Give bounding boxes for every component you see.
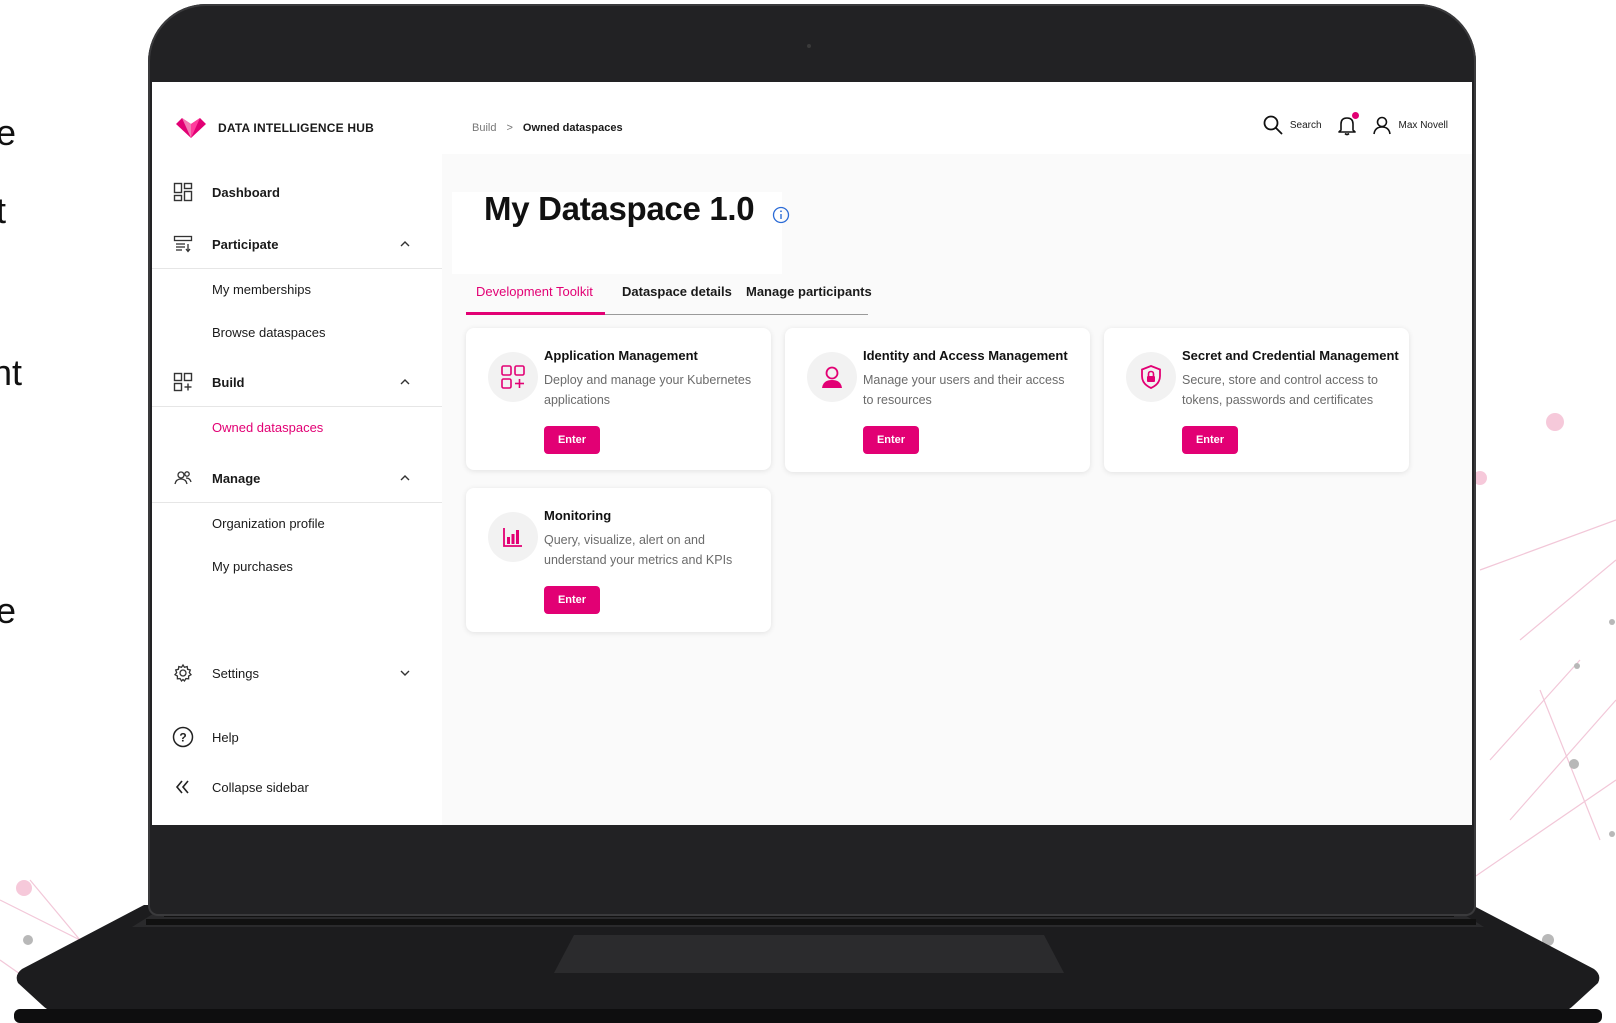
notifications-button[interactable]	[1336, 112, 1359, 136]
tab-dataspace-details[interactable]: Dataspace details	[622, 284, 732, 299]
card-title: Identity and Access Management	[863, 348, 1068, 363]
sidebar-item-label: Help	[212, 729, 239, 745]
sidebar-item-build[interactable]: Build	[152, 370, 442, 394]
logo-heart-icon	[176, 118, 206, 138]
card-icon-wrapper	[488, 352, 538, 402]
background-text-fragment: t	[0, 190, 7, 231]
logo-text: DATA INTELLIGENCE HUB	[218, 121, 374, 135]
notification-badge	[1351, 112, 1359, 119]
card-application-management: Application Management Deploy and manage…	[466, 328, 771, 470]
chevron-down-icon	[400, 670, 410, 676]
card-description: Query, visualize, alert on and understan…	[544, 533, 733, 567]
chevron-up-icon	[400, 379, 410, 385]
sidebar-item-my-memberships[interactable]: My memberships	[212, 282, 311, 297]
sidebar-item-label: Settings	[212, 665, 259, 681]
sidebar-item-label: Collapse sidebar	[212, 779, 309, 795]
search-button[interactable]: Search	[1263, 115, 1322, 135]
sidebar-item-my-purchases[interactable]: My purchases	[212, 559, 293, 574]
enter-button[interactable]: Enter	[544, 586, 600, 614]
logo[interactable]: DATA INTELLIGENCE HUB	[174, 116, 374, 140]
background-text-fragment: e	[0, 590, 17, 631]
manage-users-icon	[172, 467, 194, 489]
card-monitoring: Monitoring Query, visualize, alert on an…	[466, 488, 771, 632]
background-text-fragment: nt	[0, 352, 23, 393]
sidebar-item-dashboard[interactable]: Dashboard	[152, 180, 442, 204]
tab-development-toolkit[interactable]: Development Toolkit	[476, 284, 593, 299]
search-label: Search	[1289, 119, 1322, 131]
breadcrumb: Build > Owned dataspaces	[472, 122, 623, 134]
sidebar-item-participate[interactable]: Participate	[152, 232, 442, 256]
card-description: Deploy and manage your Kubernetes applic…	[544, 373, 752, 407]
app-screen: DATA INTELLIGENCE HUB Build > Owned data…	[152, 82, 1472, 825]
active-tab-indicator	[466, 312, 605, 315]
sidebar: Dashboard Participate My memberships Bro…	[152, 154, 442, 825]
tab-manage-participants[interactable]: Manage participants	[746, 284, 872, 299]
enter-button[interactable]: Enter	[544, 426, 600, 454]
page-title: My Dataspace 1.0	[484, 190, 755, 227]
top-actions: Search Max Novell	[1263, 112, 1448, 136]
card-icon-wrapper	[488, 512, 538, 562]
search-icon	[1263, 115, 1283, 135]
sidebar-item-settings[interactable]: Settings	[152, 661, 442, 685]
gear-icon	[172, 662, 194, 684]
tab-bar: Development Toolkit Dataspace details Ma…	[466, 282, 872, 315]
top-bar: DATA INTELLIGENCE HUB Build > Owned data…	[152, 82, 1472, 154]
collapse-sidebar-button[interactable]: Collapse sidebar	[152, 775, 442, 799]
card-title: Secret and Credential Management	[1182, 348, 1399, 363]
card-secret-credential-management: Secret and Credential Management Secure,…	[1104, 328, 1409, 472]
bar-chart-icon	[503, 528, 522, 547]
card-description: Secure, store and control access to toke…	[1182, 373, 1378, 407]
background-text-fragment: e	[0, 112, 17, 153]
sidebar-item-label: Build	[212, 374, 245, 390]
divider	[152, 268, 442, 269]
help-icon: ?	[172, 726, 194, 748]
svg-text:?: ?	[179, 731, 186, 745]
sidebar-item-manage[interactable]: Manage	[152, 466, 442, 490]
divider	[152, 502, 442, 503]
laptop-base	[14, 905, 1602, 1023]
card-title: Monitoring	[544, 508, 612, 523]
sidebar-item-organization-profile[interactable]: Organization profile	[212, 516, 325, 531]
enter-button[interactable]: Enter	[863, 426, 919, 454]
sidebar-item-label: Manage	[212, 470, 261, 486]
sidebar-item-label: Participate	[212, 236, 279, 252]
user-menu[interactable]: Max Novell	[1372, 115, 1448, 135]
enter-button[interactable]: Enter	[1182, 426, 1238, 454]
shield-lock-icon	[1141, 365, 1161, 389]
card-icon-wrapper	[807, 352, 857, 402]
user-icon	[822, 366, 842, 388]
user-icon	[1372, 116, 1391, 135]
chevron-up-icon	[400, 241, 410, 247]
card-title: Application Management	[544, 348, 698, 363]
breadcrumb-item-build[interactable]: Build	[472, 122, 496, 134]
breadcrumb-item-current: Owned dataspaces	[522, 122, 623, 134]
divider	[152, 406, 442, 407]
sidebar-item-help[interactable]: ? Help	[152, 725, 442, 749]
apps-add-icon	[501, 365, 525, 389]
card-identity-access-management: Identity and Access Management Manage yo…	[785, 328, 1090, 472]
dashboard-icon	[172, 181, 194, 203]
info-icon[interactable]	[772, 206, 790, 224]
breadcrumb-separator: >	[506, 122, 513, 134]
chevron-up-icon	[400, 475, 410, 481]
card-description: Manage your users and their access to re…	[863, 373, 1065, 407]
participate-icon	[172, 233, 194, 255]
sidebar-item-label: Dashboard	[212, 184, 280, 200]
build-icon	[172, 371, 194, 393]
card-icon-wrapper	[1126, 352, 1176, 402]
camera	[807, 44, 811, 48]
user-name: Max Novell	[1398, 119, 1448, 131]
sidebar-item-browse-dataspaces[interactable]: Browse dataspaces	[212, 325, 325, 340]
sidebar-item-owned-dataspaces[interactable]: Owned dataspaces	[212, 420, 323, 435]
double-chevron-left-icon	[172, 776, 194, 798]
